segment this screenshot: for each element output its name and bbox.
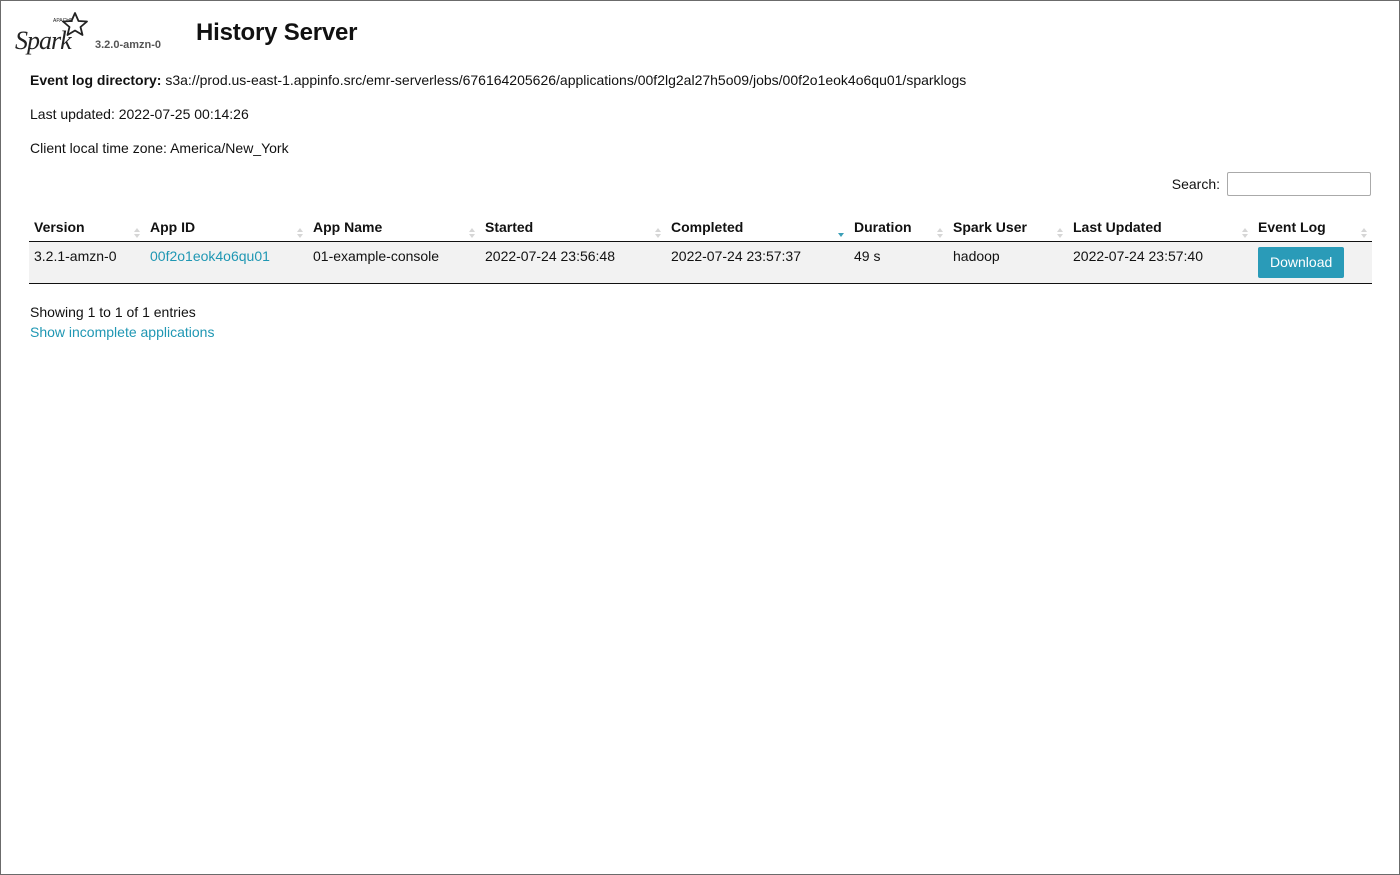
spark-logo-star-icon: APACHE Spark	[15, 12, 88, 55]
search-input[interactable]	[1227, 172, 1371, 196]
sort-both-icon	[655, 228, 661, 238]
client-time-zone: Client local time zone: America/New_York	[30, 140, 289, 156]
table-row: 3.2.1-amzn-0 00f2o1eok4o6qu01 01-example…	[29, 241, 1372, 284]
event-log-label: Event log directory:	[30, 72, 162, 88]
column-header-app-name[interactable]: App Name	[308, 213, 480, 242]
column-header-version[interactable]: Version	[29, 213, 145, 242]
column-header-duration[interactable]: Duration	[849, 213, 948, 242]
column-header-completed[interactable]: Completed	[666, 213, 849, 242]
event-log-value: s3a://prod.us-east-1.appinfo.src/emr-ser…	[165, 72, 967, 88]
search-box: Search:	[1172, 172, 1371, 196]
table-header-row: Version App ID App Name Started Complete…	[29, 213, 1372, 242]
cell-version: 3.2.1-amzn-0	[29, 241, 145, 284]
spark-logo[interactable]: APACHE Spark	[15, 11, 95, 55]
show-incomplete-link[interactable]: Show incomplete applications	[30, 324, 214, 340]
sort-desc-icon	[838, 233, 844, 237]
cell-duration: 49 s	[849, 241, 948, 284]
cell-completed: 2022-07-24 23:57:37	[666, 241, 849, 284]
cell-app-id: 00f2o1eok4o6qu01	[145, 241, 308, 284]
cell-event-log: Download	[1253, 241, 1372, 284]
svg-text:APACHE: APACHE	[53, 18, 74, 24]
last-updated: Last updated: 2022-07-25 00:14:26	[30, 106, 249, 122]
page-title: History Server	[196, 19, 358, 46]
sort-both-icon	[1361, 228, 1367, 238]
sort-both-icon	[297, 228, 303, 238]
cell-spark-user: hadoop	[948, 241, 1068, 284]
cell-last-updated: 2022-07-24 23:57:40	[1068, 241, 1253, 284]
column-header-spark-user[interactable]: Spark User	[948, 213, 1068, 242]
app-id-link[interactable]: 00f2o1eok4o6qu01	[150, 248, 270, 264]
event-log-directory: Event log directory: s3a://prod.us-east-…	[30, 72, 966, 88]
header: APACHE Spark 3.2.0-amzn-0 History Server	[15, 11, 615, 57]
sort-both-icon	[1242, 228, 1248, 238]
column-header-started[interactable]: Started	[480, 213, 666, 242]
sort-both-icon	[937, 228, 943, 238]
spark-version: 3.2.0-amzn-0	[95, 39, 162, 51]
cell-started: 2022-07-24 23:56:48	[480, 241, 666, 284]
sort-both-icon	[134, 228, 140, 238]
column-header-event-log[interactable]: Event Log	[1253, 213, 1372, 242]
download-button[interactable]: Download	[1258, 247, 1345, 278]
column-header-app-id[interactable]: App ID	[145, 213, 308, 242]
cell-app-name: 01-example-console	[308, 241, 480, 284]
search-label: Search:	[1171, 176, 1220, 192]
svg-text:Spark: Spark	[15, 26, 72, 55]
column-header-last-updated[interactable]: Last Updated	[1068, 213, 1253, 242]
applications-table: Version App ID App Name Started Complete…	[29, 213, 1372, 284]
entries-info: Showing 1 to 1 of 1 entries	[30, 304, 196, 320]
sort-both-icon	[469, 228, 475, 238]
sort-both-icon	[1057, 228, 1063, 238]
